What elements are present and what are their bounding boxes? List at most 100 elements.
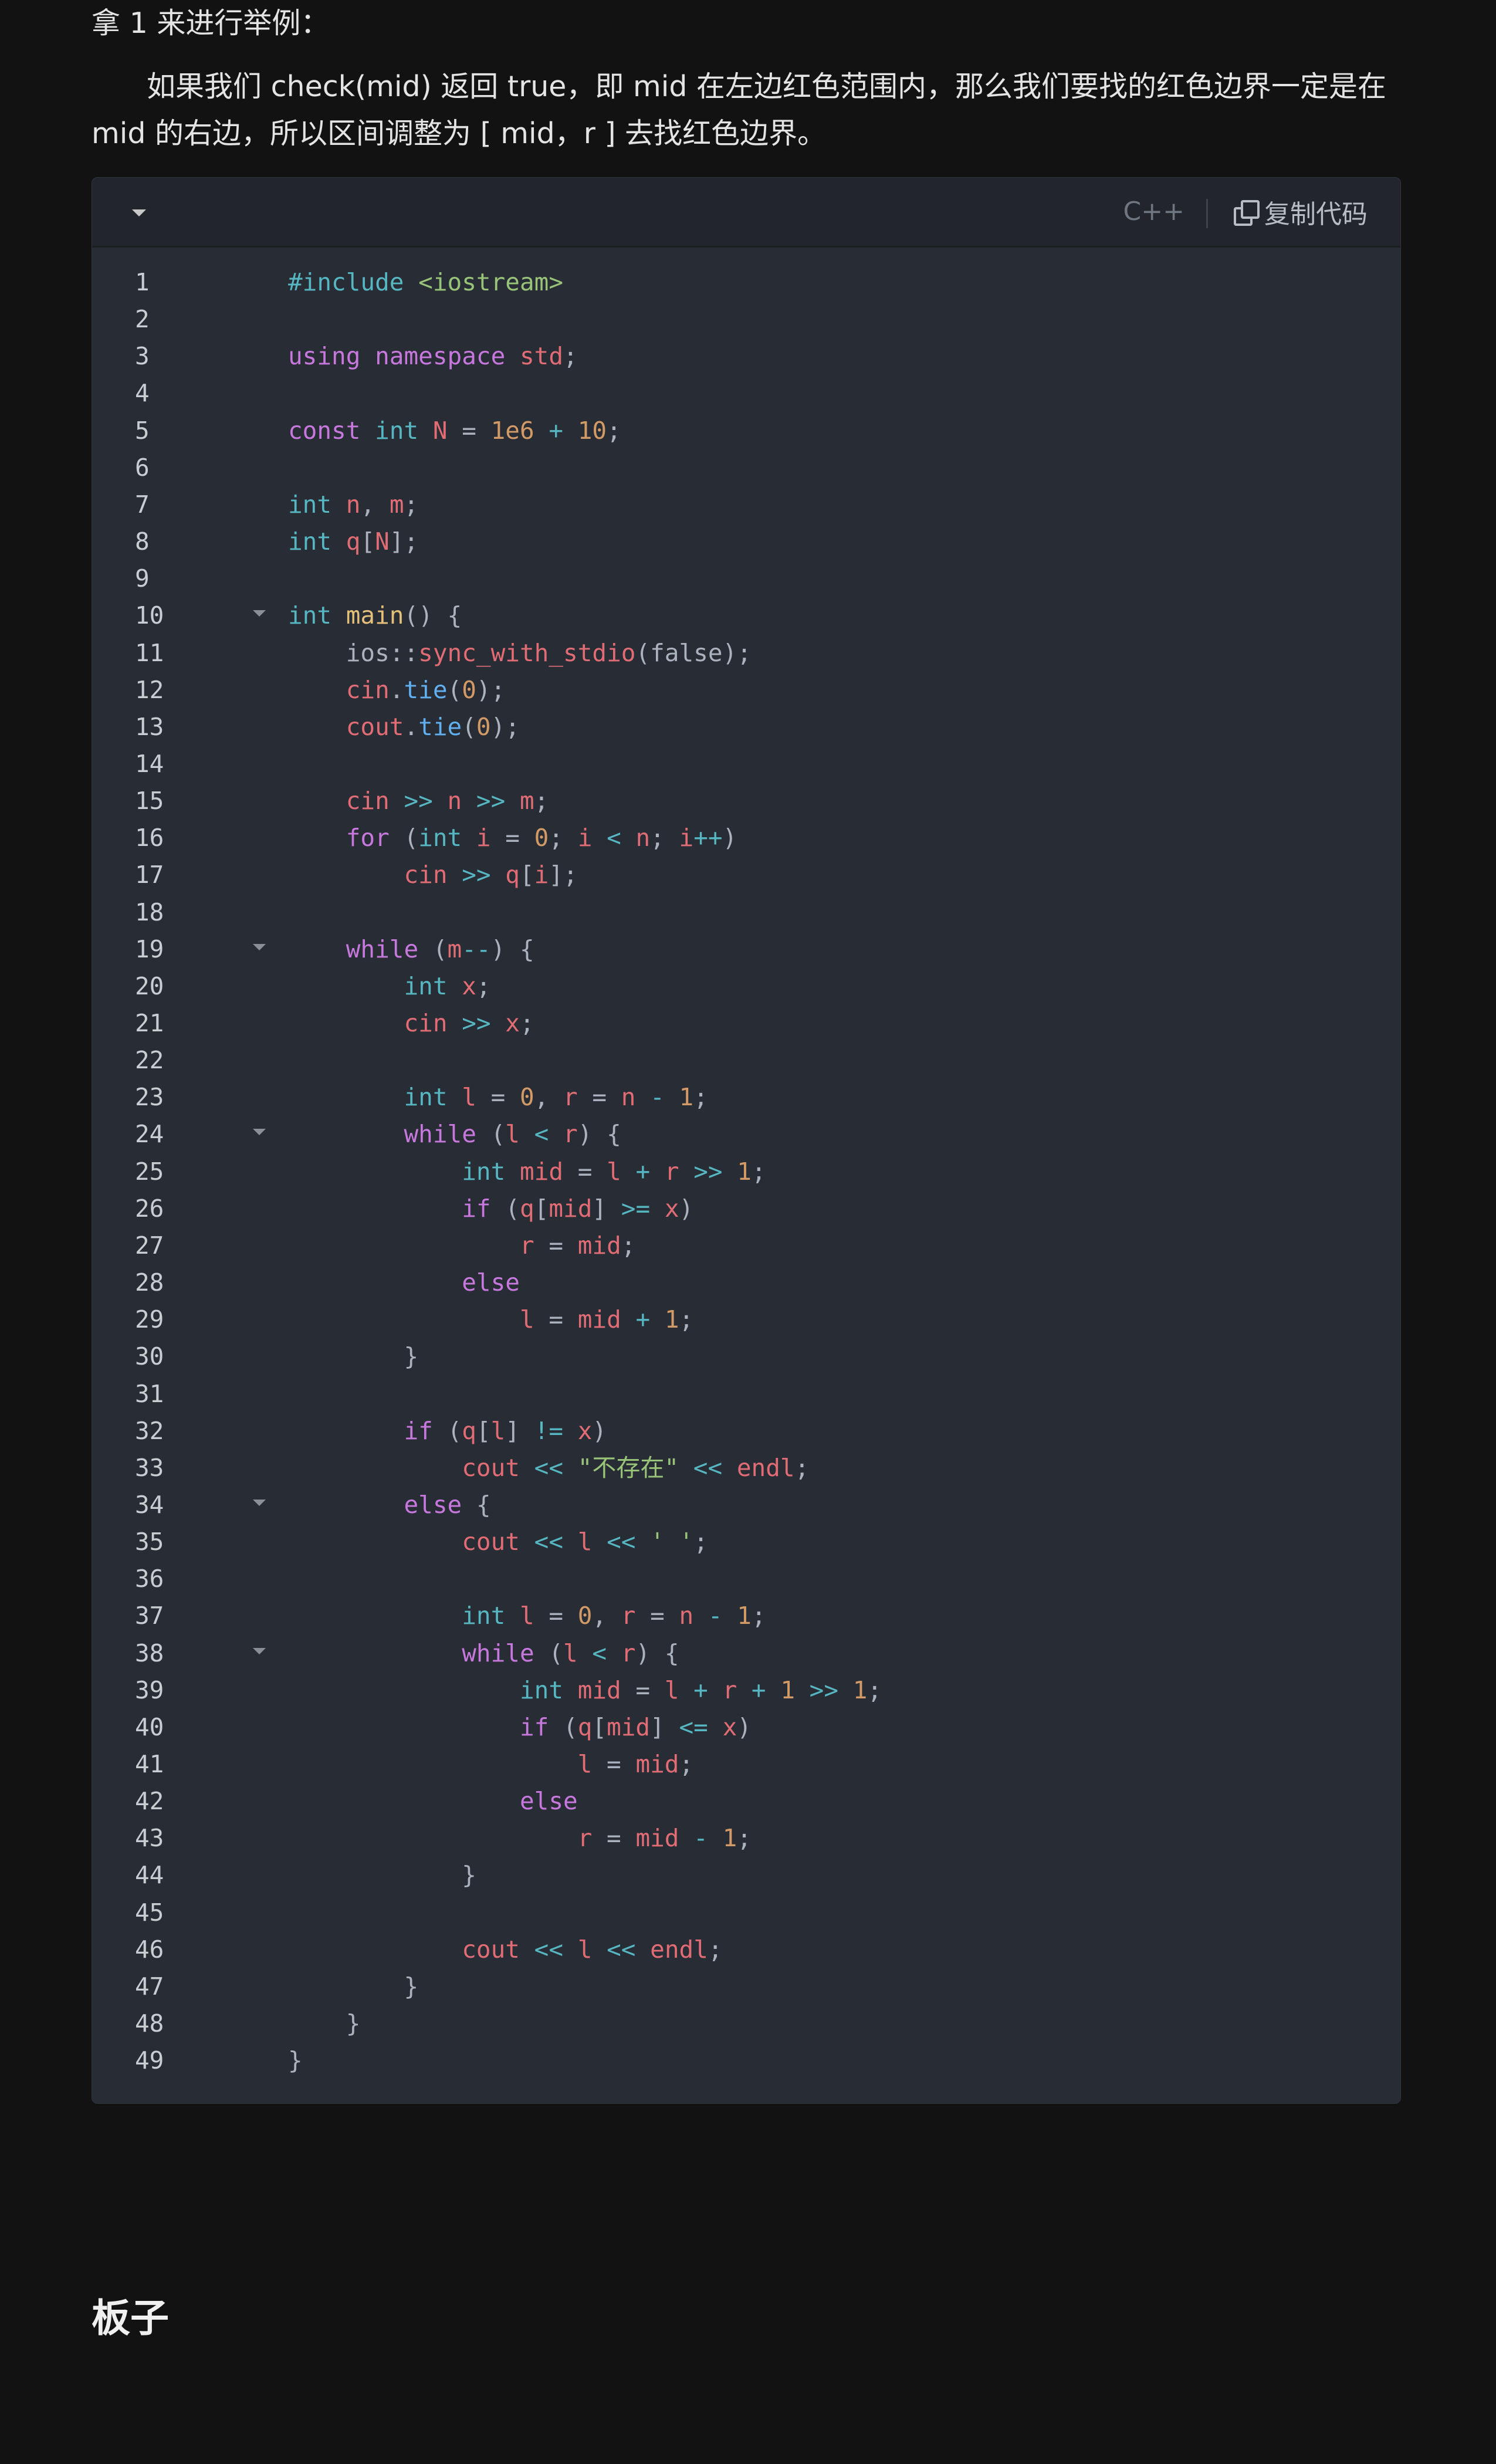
code-text: cin >> n >> m; bbox=[288, 783, 549, 820]
code-token: if bbox=[288, 1712, 563, 1741]
code-line: 2 bbox=[92, 301, 1400, 338]
code-text: } bbox=[288, 1857, 476, 1894]
code-token: ; bbox=[621, 1231, 636, 1260]
code-token: 0 bbox=[476, 712, 491, 741]
code-token: while bbox=[288, 1639, 549, 1667]
line-number: 18 bbox=[135, 898, 164, 926]
code-token: ; bbox=[519, 1009, 534, 1037]
code-token: cin bbox=[288, 1009, 462, 1037]
code-token: 1 bbox=[737, 1602, 752, 1630]
fold-arrow-icon[interactable] bbox=[253, 1647, 266, 1654]
code-token: mid bbox=[577, 1676, 621, 1704]
collapse-code-chevron-icon[interactable] bbox=[127, 201, 151, 225]
code-token: endl bbox=[650, 1935, 708, 1964]
code-token: } bbox=[288, 1342, 419, 1371]
code-token: endl bbox=[736, 1453, 795, 1482]
code-token: x bbox=[577, 1416, 593, 1445]
code-token: ++ bbox=[693, 824, 723, 852]
code-line: 23 int l = 0, r = n - 1; bbox=[92, 1079, 1400, 1116]
line-number: 29 bbox=[135, 1305, 164, 1334]
code-token: << bbox=[534, 1528, 578, 1556]
code-token: sync_with_stdio bbox=[418, 638, 636, 667]
line-number: 11 bbox=[135, 638, 164, 667]
line-number: 3 bbox=[135, 342, 150, 371]
fold-arrow-icon[interactable] bbox=[253, 1499, 266, 1506]
fold-arrow-icon[interactable] bbox=[253, 1129, 266, 1136]
code-line: 33 cout << "不存在" << endl; bbox=[92, 1450, 1400, 1487]
code-token: ( bbox=[447, 675, 462, 704]
code-token: mid bbox=[635, 1824, 679, 1853]
code-line: 40 if (q[mid] <= x) bbox=[92, 1709, 1400, 1746]
code-token: tie bbox=[404, 675, 448, 704]
code-token: ; bbox=[794, 1453, 810, 1482]
code-token: 0 bbox=[462, 675, 476, 704]
copy-code-button[interactable]: 复制代码 bbox=[1234, 195, 1368, 229]
code-token: int bbox=[418, 824, 476, 852]
code-token: ) { bbox=[577, 1120, 621, 1149]
code-line: 18 bbox=[92, 894, 1400, 931]
code-text: int n, m; bbox=[288, 486, 418, 523]
code-token: , bbox=[360, 490, 390, 519]
code-text: } bbox=[288, 2005, 361, 2042]
code-text: cout << "不存在" << endl; bbox=[288, 1450, 809, 1487]
fold-arrow-icon[interactable] bbox=[253, 943, 266, 950]
fold-arrow-icon[interactable] bbox=[253, 610, 266, 617]
code-token: 10 bbox=[577, 416, 607, 445]
code-token: mid bbox=[519, 1157, 564, 1186]
code-token: >> bbox=[679, 1157, 737, 1186]
code-line: 28 else bbox=[92, 1264, 1400, 1301]
code-language-label: C++ bbox=[1123, 197, 1184, 226]
code-line: 7 int n, m; bbox=[92, 486, 1400, 523]
code-token: r bbox=[621, 1602, 636, 1630]
line-number: 26 bbox=[135, 1194, 164, 1223]
code-token: ) { bbox=[635, 1639, 679, 1667]
code-token: = bbox=[534, 1231, 578, 1260]
explanation-paragraph: 如果我们 check(mid) 返回 true，即 mid 在左边红色范围内，那… bbox=[92, 70, 1387, 150]
code-text: else bbox=[288, 1264, 520, 1301]
code-text: const int N = 1e6 + 10; bbox=[288, 412, 621, 449]
code-line: 12 cin.tie(0); bbox=[92, 672, 1400, 709]
code-token: = bbox=[490, 824, 534, 852]
code-token: l bbox=[577, 1935, 607, 1964]
code-text: } bbox=[288, 1338, 418, 1375]
code-token: 0 bbox=[577, 1602, 593, 1630]
code-text: while (m--) { bbox=[288, 931, 534, 968]
line-number: 6 bbox=[135, 453, 150, 482]
code-token: } bbox=[288, 1972, 419, 2001]
code-token: ( bbox=[490, 1120, 506, 1149]
code-line: 26 if (q[mid] >= x) bbox=[92, 1190, 1400, 1227]
code-line: 8 int q[N]; bbox=[92, 523, 1400, 560]
code-token: l bbox=[288, 1305, 534, 1334]
code-line: 14 bbox=[92, 746, 1400, 783]
code-line: 4 bbox=[92, 375, 1400, 412]
code-token: 1 bbox=[780, 1676, 795, 1704]
code-token: l bbox=[288, 1750, 593, 1778]
code-token: x bbox=[505, 1009, 520, 1037]
line-number: 28 bbox=[135, 1268, 164, 1297]
line-number: 23 bbox=[135, 1083, 164, 1112]
code-token: l bbox=[664, 1676, 679, 1704]
code-token: q bbox=[519, 1194, 534, 1223]
line-number: 27 bbox=[135, 1231, 164, 1260]
line-number: 37 bbox=[135, 1602, 164, 1630]
code-line: 19 while (m--) { bbox=[92, 931, 1400, 968]
code-token: ; bbox=[549, 824, 578, 852]
code-token: = bbox=[592, 1824, 636, 1853]
code-token: r bbox=[563, 1120, 578, 1149]
code-block: C++ 复制代码 1 #include <iostream> 2 3 using nam… bbox=[92, 177, 1401, 2104]
code-token: , bbox=[592, 1602, 621, 1630]
code-line: 5 const int N = 1e6 + 10; bbox=[92, 412, 1400, 449]
code-text: int q[N]; bbox=[288, 523, 418, 560]
code-token: l bbox=[519, 1602, 534, 1630]
code-line: 22 bbox=[92, 1042, 1400, 1079]
code-token: << bbox=[693, 1453, 737, 1482]
code-token: { bbox=[476, 1490, 491, 1519]
code-token: int bbox=[288, 1602, 520, 1630]
code-token: . bbox=[404, 712, 419, 741]
code-line: 39 int mid = l + r + 1 >> 1; bbox=[92, 1672, 1400, 1709]
code-token: ( bbox=[432, 935, 448, 963]
code-token: if bbox=[288, 1416, 448, 1445]
code-text: cin.tie(0); bbox=[288, 672, 506, 709]
code-text: int x; bbox=[288, 968, 490, 1005]
code-token: x bbox=[664, 1194, 679, 1223]
